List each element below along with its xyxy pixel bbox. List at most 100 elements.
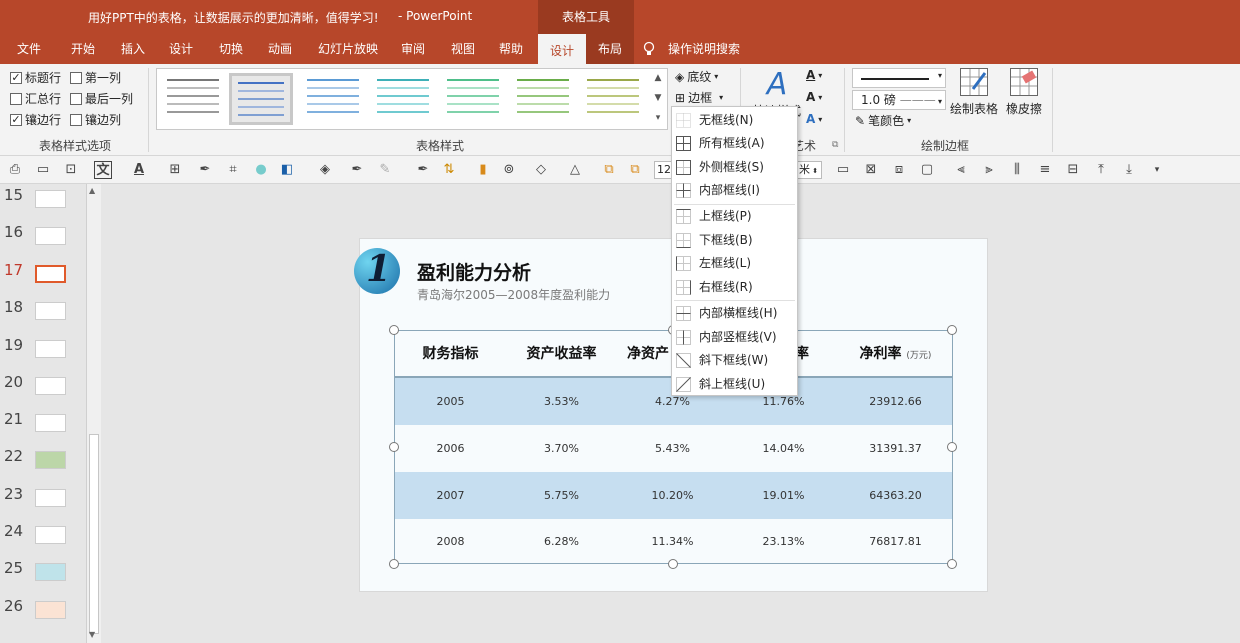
menu-left-border[interactable]: 左框线(L) [672, 252, 797, 275]
distribute-v-icon[interactable]: ≡ [1036, 161, 1054, 179]
tab-animations[interactable]: 动画 [256, 34, 304, 64]
eyedropper-2-icon[interactable]: ✒ [348, 161, 366, 179]
pen-style-select[interactable]: ▾ [852, 68, 946, 88]
customize-icon[interactable]: ▾ [1148, 161, 1166, 179]
banded-rows-checkbox[interactable]: ✓ 镶边行 [10, 111, 61, 128]
menu-top-border[interactable]: 上框线(P) [672, 205, 797, 228]
table-cell[interactable]: 10.20% [617, 472, 728, 519]
resize-handle-l[interactable] [389, 442, 399, 452]
tab-view[interactable]: 视图 [440, 34, 486, 64]
tab-insert[interactable]: 插入 [108, 34, 158, 64]
tab-file[interactable]: 文件 [4, 34, 54, 64]
select-icon[interactable]: ⧈ [890, 161, 908, 179]
last-col-checkbox[interactable]: 最后一列 [70, 90, 133, 107]
align-left-icon[interactable]: ⫷ [952, 161, 970, 179]
slide-subtitle[interactable]: 青岛海尔2005—2008年度盈利能力 [417, 286, 610, 303]
table-cell[interactable]: 3.53% [506, 378, 617, 425]
menu-right-border[interactable]: 右框线(R) [672, 276, 797, 299]
text-frame-icon[interactable]: ⊡ [62, 161, 80, 179]
slide-thumb-17[interactable] [35, 265, 66, 283]
arrange-icon[interactable]: ⇅ [440, 161, 458, 179]
table-cell[interactable]: 11.34% [617, 518, 728, 565]
table-cell[interactable]: 6.28% [506, 518, 617, 565]
gallery-down-icon[interactable]: ▼ [651, 88, 665, 108]
table-cell[interactable]: 23.13% [728, 518, 839, 565]
align-right-icon[interactable]: ⫸ [980, 161, 998, 179]
paint-bucket-icon[interactable]: ◈ [316, 161, 334, 179]
banded-cols-checkbox[interactable]: 镶边列 [70, 111, 121, 128]
tab-table-design[interactable]: 设计 [538, 34, 586, 64]
table-style-lightgreen[interactable] [511, 73, 575, 125]
tab-help[interactable]: 帮助 [490, 34, 532, 64]
shading-button[interactable]: ◈ 底纹 ▾ [675, 68, 718, 85]
menu-inside-horizontal[interactable]: 内部横框线(H) [672, 302, 797, 325]
table-style-olive[interactable] [581, 73, 645, 125]
slide-thumb-25[interactable] [35, 563, 66, 581]
slide-thumb-20[interactable] [35, 377, 66, 395]
circle-shape-icon[interactable]: ● [252, 161, 270, 179]
table-style-blue-selected[interactable] [229, 73, 293, 125]
tab-home[interactable]: 开始 [58, 34, 108, 64]
pen-weight-select[interactable]: 1.0 磅 ——— ▾ [852, 90, 946, 110]
menu-all-borders[interactable]: 所有框线(A) [672, 132, 797, 155]
menu-outside-borders[interactable]: 外侧框线(S) [672, 156, 797, 179]
align-bottom-icon[interactable]: ⤓ [1120, 161, 1138, 179]
tab-transitions[interactable]: 切换 [206, 34, 256, 64]
size-spinner[interactable]: 米 ⬍ [796, 161, 822, 179]
table-header-cell[interactable]: 净利率 (万元) [839, 331, 952, 377]
resize-handle-b[interactable] [668, 559, 678, 569]
table-cell[interactable]: 2006 [395, 425, 506, 472]
align-icon[interactable]: ▭ [834, 161, 852, 179]
total-row-checkbox[interactable]: 汇总行 [10, 90, 61, 107]
pen-icon[interactable]: ✎ [376, 161, 394, 179]
eyedropper-icon[interactable]: ✒ [196, 161, 214, 179]
shape-fill-icon[interactable]: ◧ [278, 161, 296, 179]
tab-design[interactable]: 设计 [158, 34, 204, 64]
table-cell[interactable]: 31391.37 [839, 425, 952, 472]
table-header-cell[interactable]: 资产收益率 [506, 331, 617, 377]
bring-front-icon[interactable]: ⧉ [600, 161, 618, 179]
triangle-icon[interactable]: △ [566, 161, 584, 179]
scroll-down-icon[interactable]: ▼ [89, 630, 95, 639]
text-outline-button[interactable]: A ▾ [806, 90, 822, 104]
shape-icon[interactable]: ◇ [532, 161, 550, 179]
text-fill-button[interactable]: A ▾ [806, 68, 822, 82]
table-icon[interactable]: ⊟ [1064, 161, 1082, 179]
delete-icon[interactable]: ⊠ [862, 161, 880, 179]
slide-thumb-19[interactable] [35, 340, 66, 358]
table-style-green[interactable] [441, 73, 505, 125]
table-cell[interactable]: 23912.66 [839, 378, 952, 425]
menu-no-border[interactable]: 无框线(N) [672, 109, 797, 132]
slide-thumb-26[interactable] [35, 601, 66, 619]
table-cell[interactable]: 2008 [395, 518, 506, 565]
draw-table-button[interactable]: 绘制表格 [948, 68, 1000, 117]
slide-thumb-24[interactable] [35, 526, 66, 544]
slide-thumb-23[interactable] [35, 489, 66, 507]
table-cell[interactable]: 19.01% [728, 472, 839, 519]
chart-icon[interactable]: ▮ [474, 161, 492, 179]
send-back-icon[interactable]: ⧉ [626, 161, 644, 179]
resize-handle-r[interactable] [947, 442, 957, 452]
align-top-icon[interactable]: ⤒ [1092, 161, 1110, 179]
table-style-gray[interactable] [161, 73, 225, 125]
resize-handle-tl[interactable] [389, 325, 399, 335]
menu-inside-vertical[interactable]: 内部竖框线(V) [672, 326, 797, 349]
table-header-cell[interactable]: 财务指标 [395, 331, 506, 377]
printer-icon[interactable]: ⎙ [6, 161, 24, 179]
distribute-h-icon[interactable]: ⫼ [1008, 161, 1026, 179]
crop-icon[interactable]: ⌗ [224, 161, 242, 179]
table-cell[interactable]: 2007 [395, 472, 506, 519]
picture-icon[interactable]: ⊞ [166, 161, 184, 179]
text-effects-button[interactable]: A ▾ [806, 112, 822, 126]
slide-thumb-18[interactable] [35, 302, 66, 320]
resize-handle-tr[interactable] [947, 325, 957, 335]
menu-inside-borders[interactable]: 内部框线(I) [672, 179, 797, 202]
tab-review[interactable]: 审阅 [390, 34, 436, 64]
table-style-teal[interactable] [371, 73, 435, 125]
pen-color-button[interactable]: ✎ 笔颜色 ▾ [855, 112, 911, 129]
resize-handle-br[interactable] [947, 559, 957, 569]
gallery-more-icon[interactable]: ▾ [651, 108, 665, 128]
slide-thumb-21[interactable] [35, 414, 66, 432]
font-size-input[interactable]: 12 [654, 161, 672, 179]
table-cell[interactable]: 2005 [395, 378, 506, 425]
